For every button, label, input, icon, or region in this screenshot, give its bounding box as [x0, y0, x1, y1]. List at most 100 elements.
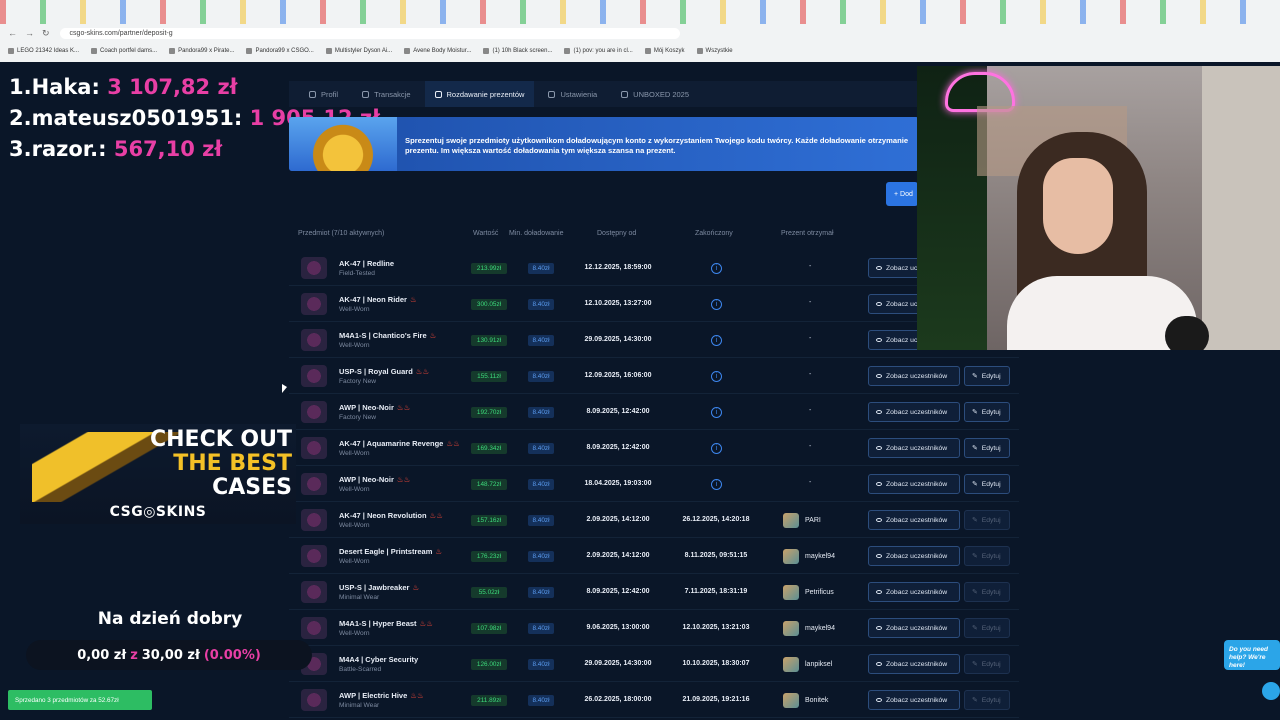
item-winner[interactable]: maykel94	[783, 621, 835, 636]
item-name: AK-47 | Neon Revolution ♨♨	[339, 511, 443, 520]
item-ended: 26.12.2025, 14:20:18	[682, 516, 750, 523]
bookmark-item[interactable]: Avene Body Moistur...	[404, 48, 471, 54]
item-value: 192.70zł	[471, 407, 507, 418]
back-icon[interactable]: ←	[8, 28, 17, 39]
info-icon[interactable]: i	[711, 263, 722, 274]
bookmark-label: Pandora99 x CSGO...	[255, 48, 314, 54]
tab-icon	[309, 90, 316, 98]
see-label: Zobacz uczestników	[886, 552, 948, 560]
bookmark-item[interactable]: Pandora99 x Pirate...	[169, 48, 234, 54]
bookmark-item[interactable]: Pandora99 x CSGO...	[246, 48, 314, 54]
skin-thumbnail	[301, 329, 327, 351]
bookmark-item[interactable]: Mój Koszyk	[644, 48, 685, 54]
see-participants-button[interactable]: Zobacz uczestników	[868, 690, 960, 710]
edit-button[interactable]: ✎Edytuj	[964, 366, 1010, 386]
edit-icon: ✎	[972, 661, 978, 668]
edit-button[interactable]: ✎Edytuj	[964, 654, 1010, 674]
item-condition: Factory New	[339, 414, 377, 421]
help-widget[interactable]: Do you need help? We're here!	[1224, 640, 1280, 670]
item-available-from: 18.04.2025, 19:03:00	[584, 480, 652, 487]
info-icon[interactable]: i	[711, 299, 722, 310]
info-icon[interactable]: i	[711, 335, 722, 346]
address-bar[interactable]: csgo-skins.com/partner/deposit-g	[59, 27, 680, 39]
winner-name: Petrificus	[805, 589, 834, 596]
item-ended: 10.10.2025, 18:30:07	[682, 660, 750, 667]
edit-icon: ✎	[972, 517, 978, 524]
tab-transakcje[interactable]: Transakcje	[352, 81, 420, 107]
edit-button[interactable]: ✎Edytuj	[964, 438, 1010, 458]
item-winner: -	[809, 371, 812, 378]
item-min-deposit: 8.40zł	[528, 263, 554, 274]
bookmark-item[interactable]: Wszystkie	[696, 48, 733, 54]
item-winner[interactable]: PARI	[783, 513, 821, 528]
see-label: Zobacz uczestników	[886, 516, 948, 524]
item-name: AK-47 | Neon Rider ♨	[339, 295, 417, 304]
info-icon[interactable]: i	[711, 443, 722, 454]
add-gift-button[interactable]: + Dod	[886, 182, 918, 206]
edit-icon: ✎	[972, 589, 978, 596]
tab-ustawienia[interactable]: Ustawienia	[538, 81, 607, 107]
item-winner[interactable]: lanpiksel	[783, 657, 832, 672]
item-condition: Well-Worn	[339, 342, 370, 349]
item-condition: Well-Worn	[339, 486, 370, 493]
table-row: AK-47 | Neon Revolution ♨♨ Well-Worn 157.16…	[289, 502, 1019, 538]
reload-icon[interactable]: ↻	[42, 28, 50, 39]
bookmark-item[interactable]: (1) 10h Black screen...	[483, 48, 552, 54]
bookmark-icon	[696, 48, 703, 54]
see-label: Zobacz uczestników	[886, 444, 948, 452]
tab-icon	[621, 90, 629, 98]
bookmark-item[interactable]: Multistyler Dyson Ai...	[325, 48, 392, 54]
eye-icon	[876, 374, 882, 378]
edit-button[interactable]: ✎Edytuj	[964, 618, 1010, 638]
item-value: 169.34zł	[471, 443, 507, 454]
skin-thumbnail	[301, 509, 327, 531]
item-available-from: 8.09.2025, 12:42:00	[586, 444, 650, 451]
tab-unboxed-2025[interactable]: UNBOXED 2025	[611, 81, 699, 107]
goal-sep: z	[130, 647, 138, 663]
item-winner[interactable]: maykel94	[783, 549, 835, 564]
eye-icon	[876, 590, 882, 594]
item-condition: Well-Worn	[339, 450, 370, 457]
tab-label: Transakcje	[374, 89, 411, 99]
see-participants-button[interactable]: Zobacz uczestników	[868, 402, 960, 422]
eye-icon	[876, 338, 882, 342]
bookmark-item[interactable]: LEGO 21342 Ideas K...	[8, 48, 79, 54]
info-icon[interactable]: i	[711, 407, 722, 418]
leaderboard-row: 2.mateusz0501951: 1 905,12 zł	[9, 103, 380, 134]
item-value: 148.72zł	[471, 479, 507, 490]
forward-icon[interactable]: →	[25, 28, 34, 39]
see-participants-button[interactable]: Zobacz uczestników	[868, 438, 960, 458]
coins-illustration	[289, 117, 397, 171]
edit-button[interactable]: ✎Edytuj	[964, 510, 1010, 530]
see-participants-button[interactable]: Zobacz uczestników	[868, 510, 960, 530]
address-row: ← → ↻ csgo-skins.com/partner/deposit-g	[8, 24, 1272, 42]
see-participants-button[interactable]: Zobacz uczestników	[868, 474, 960, 494]
tab-rozdawanie-prezent-w[interactable]: Rozdawanie prezentów	[424, 81, 535, 107]
bookmark-item[interactable]: Coach portfel dams...	[91, 48, 157, 54]
leader-rank: 3.	[9, 137, 32, 161]
bookmark-item[interactable]: (1) pov: you are in cl...	[564, 48, 633, 54]
see-participants-button[interactable]: Zobacz uczestników	[868, 582, 960, 602]
see-participants-button[interactable]: Zobacz uczestników	[868, 654, 960, 674]
edit-button[interactable]: ✎Edytuj	[964, 546, 1010, 566]
info-icon[interactable]: i	[711, 479, 722, 490]
item-winner[interactable]: Petrificus	[783, 585, 834, 600]
item-winner[interactable]: Bonitek	[783, 693, 828, 708]
item-available-from: 8.09.2025, 12:42:00	[586, 408, 650, 415]
tab-profil[interactable]: Profil	[299, 81, 348, 107]
edit-button[interactable]: ✎Edytuj	[964, 402, 1010, 422]
edit-button[interactable]: ✎Edytuj	[964, 582, 1010, 602]
chat-icon[interactable]	[1262, 682, 1280, 700]
item-min-deposit: 8.40zł	[528, 659, 554, 670]
see-participants-button[interactable]: Zobacz uczestników	[868, 546, 960, 566]
edit-button[interactable]: ✎Edytuj	[964, 474, 1010, 494]
leaderboard-row: 3.razor.: 567,10 zł	[9, 134, 289, 165]
info-icon[interactable]: i	[711, 371, 722, 382]
see-participants-button[interactable]: Zobacz uczestników	[868, 366, 960, 386]
see-participants-button[interactable]: Zobacz uczestników	[868, 618, 960, 638]
tab-label: Rozdawanie prezentów	[446, 89, 525, 99]
bookmark-label: Coach portfel dams...	[100, 48, 158, 54]
cases-promo: CHECK OUT THE BEST CASES CSG◎SKINS	[20, 424, 296, 524]
edit-button[interactable]: ✎Edytuj	[964, 690, 1010, 710]
item-winner: -	[809, 443, 812, 450]
